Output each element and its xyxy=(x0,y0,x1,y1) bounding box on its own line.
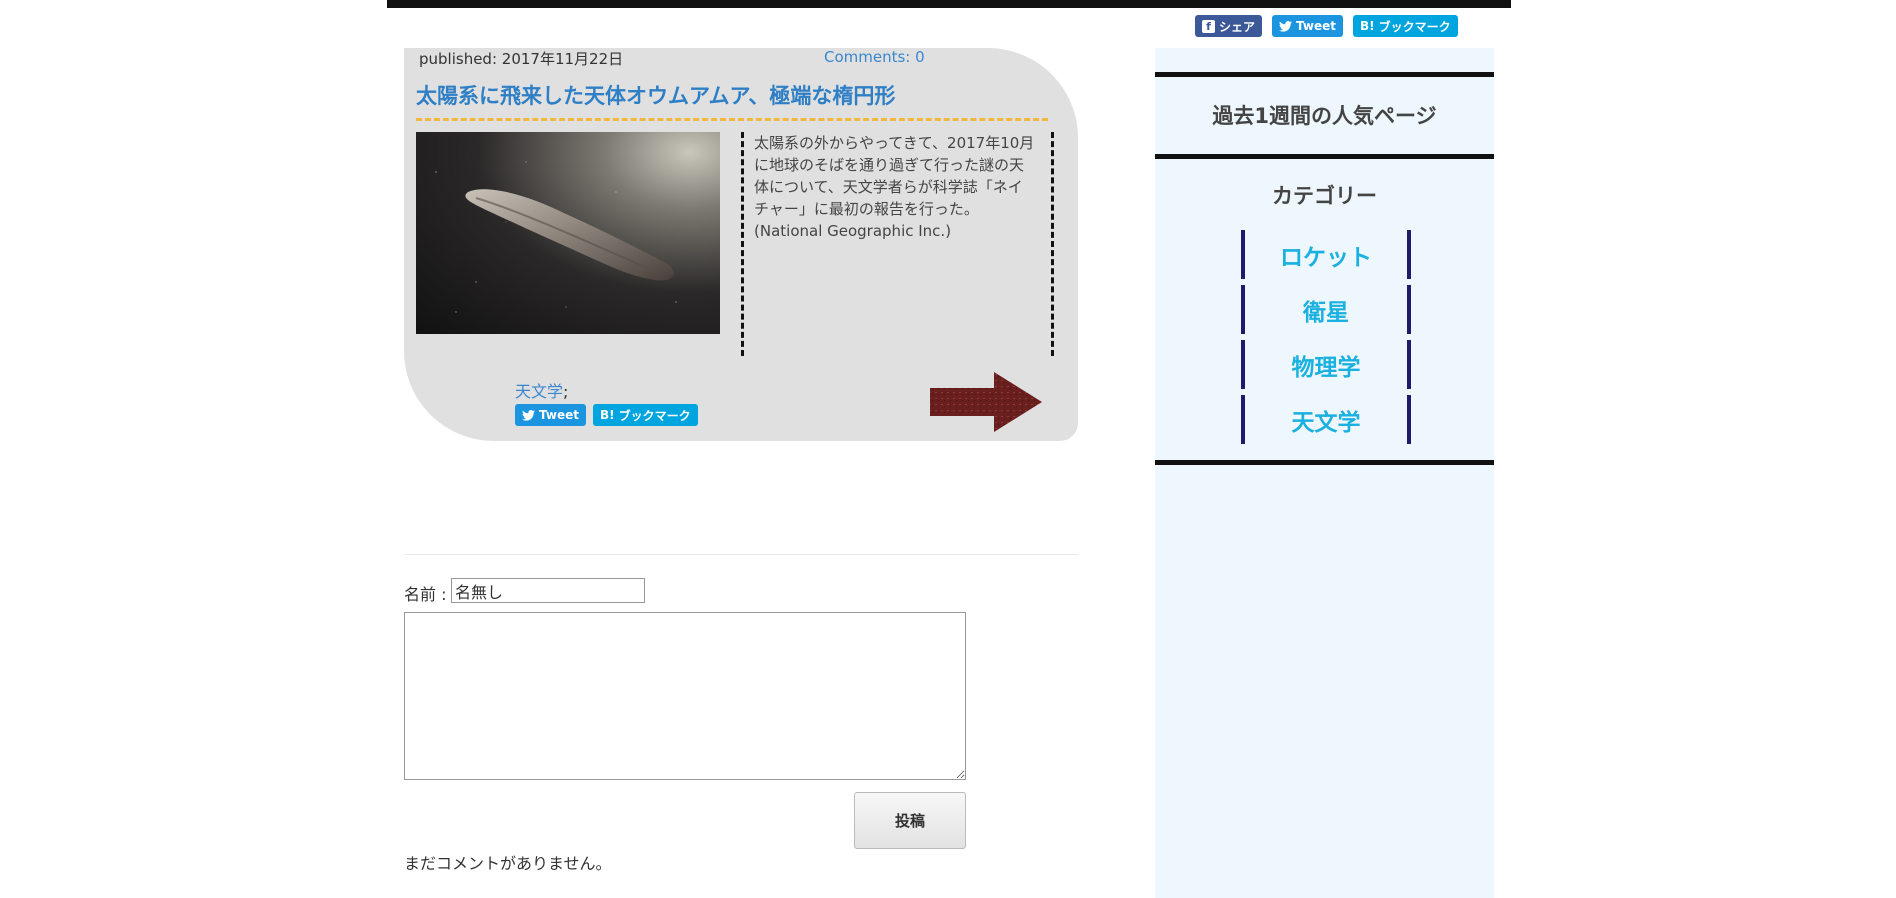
article-hatena-button[interactable]: B! ブックマーク xyxy=(592,404,698,426)
sidebar-rule xyxy=(1155,460,1494,465)
article-share-buttons: Tweet B! ブックマーク xyxy=(515,404,698,426)
article-excerpt: 太陽系の外からやってきて、2017年10月 に地球のそばを通り過ぎて行った謎の天… xyxy=(754,132,1049,242)
hatena-label: ブックマーク xyxy=(618,408,691,423)
hatena-bookmark-button[interactable]: B! ブックマーク xyxy=(1352,15,1458,37)
twitter-bird-icon xyxy=(522,409,535,421)
sidebar: 過去1週間の人気ページ カテゴリー ロケット 衛星 物理学 天文学 xyxy=(1155,48,1494,898)
excerpt-source: (National Geographic Inc.) xyxy=(754,222,952,240)
article-tweet-button[interactable]: Tweet xyxy=(515,404,586,426)
category-item-astronomy[interactable]: 天文学 xyxy=(1241,395,1411,444)
hatena-label: ブックマーク xyxy=(1378,19,1451,34)
facebook-share-button[interactable]: f シェア xyxy=(1195,15,1263,37)
category-item-physics[interactable]: 物理学 xyxy=(1241,340,1411,389)
title-divider xyxy=(416,118,1048,121)
hatena-icon: B! xyxy=(1359,19,1375,33)
comments-link[interactable]: Comments: 0 xyxy=(824,48,925,66)
article-thumbnail[interactable] xyxy=(416,132,720,334)
excerpt-line: に地球のそばを通り過ぎて行った謎の天 xyxy=(754,156,1025,174)
name-label: 名前 : xyxy=(404,585,447,604)
name-input[interactable] xyxy=(451,578,645,603)
no-comments-message: まだコメントがありません。 xyxy=(404,854,612,873)
tweet-button[interactable]: Tweet xyxy=(1272,15,1343,37)
popular-pages-heading: 過去1週間の人気ページ xyxy=(1212,104,1437,128)
tag-separator: ; xyxy=(563,382,569,401)
read-more-arrow-icon[interactable] xyxy=(928,372,1044,432)
tweet-label: Tweet xyxy=(539,408,579,422)
header-share-buttons: f シェア Tweet B! ブックマーク xyxy=(1195,15,1458,37)
excerpt-line: 体について、天文学者らが科学誌「ネイ xyxy=(754,178,1023,196)
hatena-icon: B! xyxy=(599,408,615,422)
article-excerpt-box: 太陽系の外からやってきて、2017年10月 に地球のそばを通り過ぎて行った謎の天… xyxy=(741,132,1054,356)
submit-comment-button[interactable]: 投稿 xyxy=(854,792,966,849)
category-heading: カテゴリー xyxy=(1272,184,1377,208)
published-date: published: 2017年11月22日 xyxy=(419,50,624,68)
excerpt-line: 太陽系の外からやってきて、2017年10月 xyxy=(754,134,1035,152)
tweet-label: Tweet xyxy=(1296,19,1336,33)
sidebar-rule xyxy=(1155,72,1494,77)
article-card: published: 2017年11月22日 Comments: 0 太陽系に飛… xyxy=(404,48,1078,441)
excerpt-line: チャー」に最初の報告を行った。 xyxy=(754,200,979,218)
facebook-icon: f xyxy=(1202,19,1215,33)
sidebar-rule xyxy=(1155,154,1494,159)
category-item-satellite[interactable]: 衛星 xyxy=(1241,285,1411,334)
section-divider xyxy=(404,554,1078,555)
article-tags: 天文学; xyxy=(515,378,568,402)
top-bar xyxy=(387,0,1511,8)
tag-link[interactable]: 天文学 xyxy=(515,382,563,401)
comment-textarea[interactable] xyxy=(404,612,966,780)
twitter-bird-icon xyxy=(1279,20,1293,32)
facebook-share-label: シェア xyxy=(1219,19,1256,34)
category-list: ロケット 衛星 物理学 天文学 xyxy=(1241,230,1411,450)
category-item-rocket[interactable]: ロケット xyxy=(1241,230,1411,279)
article-title[interactable]: 太陽系に飛来した天体オウムアムア、極端な楕円形 xyxy=(416,80,895,110)
